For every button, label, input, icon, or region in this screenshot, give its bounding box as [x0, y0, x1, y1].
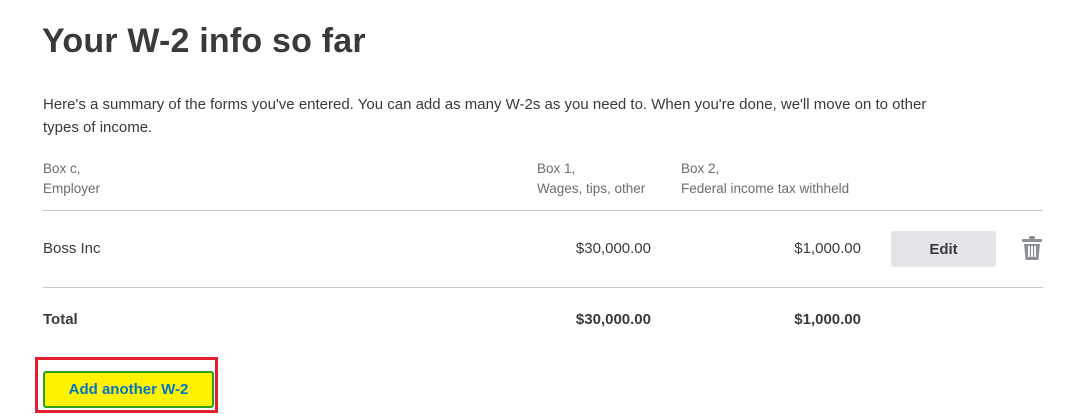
- column-header-employer-label: Employer: [43, 181, 101, 196]
- column-header-employer: Box c, Employer: [43, 159, 100, 199]
- edit-button[interactable]: Edit: [891, 231, 996, 267]
- total-wages: $30,000.00: [575, 311, 651, 328]
- column-header-employer-box: Box c,: [43, 161, 81, 176]
- trash-icon[interactable]: [1021, 235, 1043, 261]
- total-federal-tax: $1,000.00: [794, 311, 861, 328]
- row-wages: $30,000.00: [575, 240, 651, 257]
- column-header-federal-tax-label: Federal income tax withheld: [681, 181, 850, 196]
- header-divider: [43, 210, 1043, 211]
- column-header-wages-box: Box 1,: [537, 161, 576, 176]
- total-label: Total: [43, 311, 78, 328]
- row-federal-tax: $1,000.00: [794, 240, 861, 257]
- column-header-federal-tax-box: Box 2,: [681, 161, 720, 176]
- column-header-wages: Box 1, Wages, tips, other: [537, 159, 645, 199]
- add-another-w2-button[interactable]: Add another W-2: [43, 371, 214, 408]
- column-header-federal-tax: Box 2, Federal income tax withheld: [681, 159, 849, 199]
- total-divider: [43, 287, 1043, 288]
- intro-text: Here's a summary of the forms you've ent…: [43, 96, 927, 136]
- page-title: Your W-2 info so far: [42, 22, 366, 60]
- row-employer: Boss Inc: [43, 240, 101, 257]
- column-header-wages-label: Wages, tips, other: [537, 181, 646, 196]
